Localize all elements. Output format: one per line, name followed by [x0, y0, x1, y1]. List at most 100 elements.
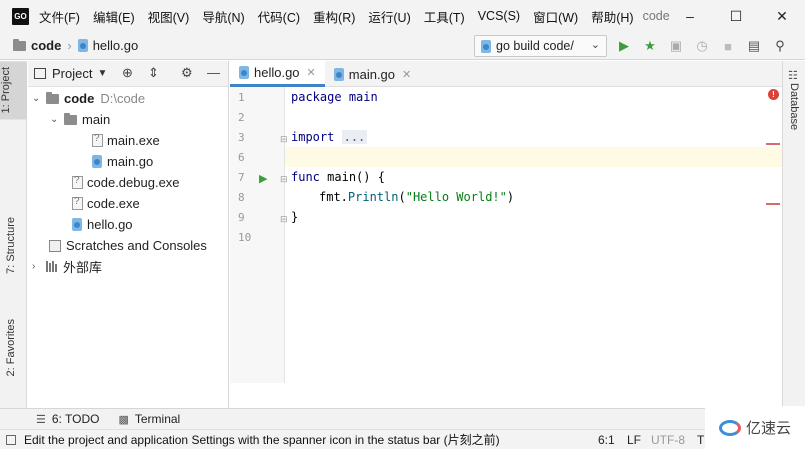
status-extra: T: [697, 433, 705, 447]
run-configuration-label: go build code/: [496, 39, 574, 53]
line-number: 10: [238, 231, 252, 244]
menu-refactor[interactable]: 重构(R): [313, 7, 355, 26]
error-stripe-mark[interactable]: [766, 143, 780, 145]
tab-todo-tool[interactable]: ☰ 6: TODO: [36, 412, 99, 426]
menu-edit[interactable]: 编辑(E): [93, 7, 135, 26]
editor-tab-label: main.go: [348, 66, 396, 82]
tree-item-main-folder[interactable]: ⌄ main: [50, 109, 110, 130]
error-stripe-mark[interactable]: [766, 203, 780, 205]
line-number: 6: [238, 151, 245, 164]
left-tool-strip: 1: Project 7: Structure 2: Favorites: [0, 61, 27, 408]
tree-item-label: main: [82, 112, 111, 127]
folder-icon: [64, 112, 77, 125]
line-number: 8: [238, 191, 245, 204]
tree-item-scratches[interactable]: Scratches and Consoles: [49, 235, 207, 256]
keyword-package: package: [291, 90, 342, 104]
app-logo-icon: GO: [12, 7, 29, 25]
chevron-down-icon[interactable]: ⌄: [50, 114, 64, 125]
breadcrumb-file[interactable]: hello.go: [93, 38, 139, 53]
debug-icon[interactable]: ★: [639, 36, 661, 56]
project-panel-header: Project ▼ ⊕ ⇕ ⚙ —: [28, 61, 228, 87]
string-literal: "Hello World!": [405, 190, 507, 204]
caret-position[interactable]: 6:1: [598, 433, 615, 447]
menu-help[interactable]: 帮助(H): [591, 7, 633, 26]
tab-project-tool[interactable]: 1: Project: [0, 61, 27, 120]
go-file-icon: [333, 67, 344, 81]
go-file-icon: [92, 155, 102, 168]
menu-window[interactable]: 窗口(W): [533, 7, 578, 26]
tree-item-label: Scratches and Consoles: [66, 238, 207, 253]
watermark-logo-icon: [718, 419, 741, 436]
close-tab-icon[interactable]: ✕: [307, 66, 316, 79]
menu-vcs[interactable]: VCS(S): [478, 9, 520, 23]
editor-tab-hello-go[interactable]: hello.go ✕: [230, 61, 325, 87]
line-separator[interactable]: LF: [627, 433, 641, 447]
tree-item-external-libraries[interactable]: › 外部库: [32, 256, 102, 277]
maximize-button[interactable]: ☐: [713, 0, 759, 32]
menu-tools[interactable]: 工具(T): [424, 7, 465, 26]
tree-item-main-go[interactable]: main.go: [92, 151, 153, 172]
tab-favorites-tool[interactable]: 2: Favorites: [5, 319, 17, 376]
error-indicator-icon[interactable]: !: [768, 89, 779, 100]
fold-icon[interactable]: ⊟: [280, 174, 288, 185]
closing-brace: }: [291, 210, 299, 224]
window-title: code: [642, 9, 670, 23]
stop-icon[interactable]: ■: [717, 36, 739, 56]
tree-item-hello-go[interactable]: hello.go: [72, 214, 133, 235]
close-tab-icon[interactable]: ✕: [402, 68, 411, 81]
run-toolbar: ▶ ★ ▣ ◷ ■ ▤ ⚲: [613, 36, 795, 56]
collapse-all-icon[interactable]: ⇕: [148, 65, 159, 81]
menu-navigate[interactable]: 导航(N): [202, 7, 244, 26]
minimize-button[interactable]: –: [667, 0, 713, 32]
scratches-icon: [49, 239, 61, 252]
code-line-3: import ...: [291, 130, 368, 144]
fold-icon[interactable]: ⊟: [280, 214, 288, 225]
coverage-icon[interactable]: ▣: [665, 36, 687, 56]
gear-icon[interactable]: ⚙: [181, 65, 193, 81]
run-gutter-icon[interactable]: ▶: [259, 172, 267, 185]
layout-icon[interactable]: ▤: [743, 36, 765, 56]
folded-imports[interactable]: ...: [341, 130, 368, 144]
close-window-button[interactable]: ✕: [759, 0, 805, 32]
tree-item-code-exe[interactable]: code.exe: [72, 193, 140, 214]
breadcrumb-project[interactable]: code: [31, 38, 61, 53]
tree-item-code-debug-exe[interactable]: code.debug.exe: [72, 172, 180, 193]
menu-bar: GO 文件(F) 编辑(E) 视图(V) 导航(N) 代码(C) 重构(R) 运…: [0, 0, 805, 32]
locate-icon[interactable]: ⊕: [122, 65, 133, 81]
todo-label: 6: TODO: [51, 412, 100, 426]
chevron-right-icon[interactable]: ›: [32, 261, 46, 272]
watermark-text: 亿速云: [745, 420, 791, 437]
tab-terminal-tool[interactable]: ▩ Terminal: [118, 412, 180, 426]
tab-database-tool[interactable]: Database: [788, 83, 800, 130]
call-function: Println: [347, 190, 399, 204]
menu-view[interactable]: 视图(V): [148, 7, 190, 26]
menu-run[interactable]: 运行(U): [368, 7, 410, 26]
search-icon[interactable]: ⚲: [769, 36, 791, 56]
project-view-selector[interactable]: Project: [52, 66, 92, 81]
go-file-icon: [77, 39, 88, 52]
tree-item-label: hello.go: [87, 217, 133, 232]
chevron-down-icon[interactable]: ▼: [97, 68, 107, 79]
panel-window-icon: [34, 68, 46, 79]
tree-item-path: D:\code: [100, 91, 146, 106]
go-file-icon: [481, 39, 491, 53]
tree-item-main-exe[interactable]: main.exe: [92, 130, 160, 151]
menu-file[interactable]: 文件(F): [39, 7, 80, 26]
bottom-tool-strip: ☰ 6: TODO ▩ Terminal: [0, 408, 805, 429]
toggle-tool-windows-icon[interactable]: [6, 435, 16, 445]
chevron-down-icon[interactable]: ⌄: [32, 93, 46, 104]
editor-tab-main-go[interactable]: main.go ✕: [325, 61, 420, 87]
run-configuration-select[interactable]: go build code/ ⌄: [474, 35, 607, 57]
fold-icon[interactable]: ⊟: [280, 134, 288, 145]
status-message[interactable]: Edit the project and application Setting…: [6, 431, 500, 448]
tab-structure-tool[interactable]: 7: Structure: [5, 217, 17, 274]
chevron-right-icon: ›: [67, 38, 72, 53]
hide-panel-icon[interactable]: —: [207, 65, 220, 80]
run-icon[interactable]: ▶: [613, 36, 635, 56]
profile-icon[interactable]: ◷: [691, 36, 713, 56]
file-encoding[interactable]: UTF-8: [651, 433, 685, 447]
status-bar: Edit the project and application Setting…: [0, 429, 805, 449]
func-signature: main() {: [327, 170, 385, 184]
tree-item-code[interactable]: ⌄ code D:\code: [32, 88, 145, 109]
menu-code[interactable]: 代码(C): [258, 7, 300, 26]
